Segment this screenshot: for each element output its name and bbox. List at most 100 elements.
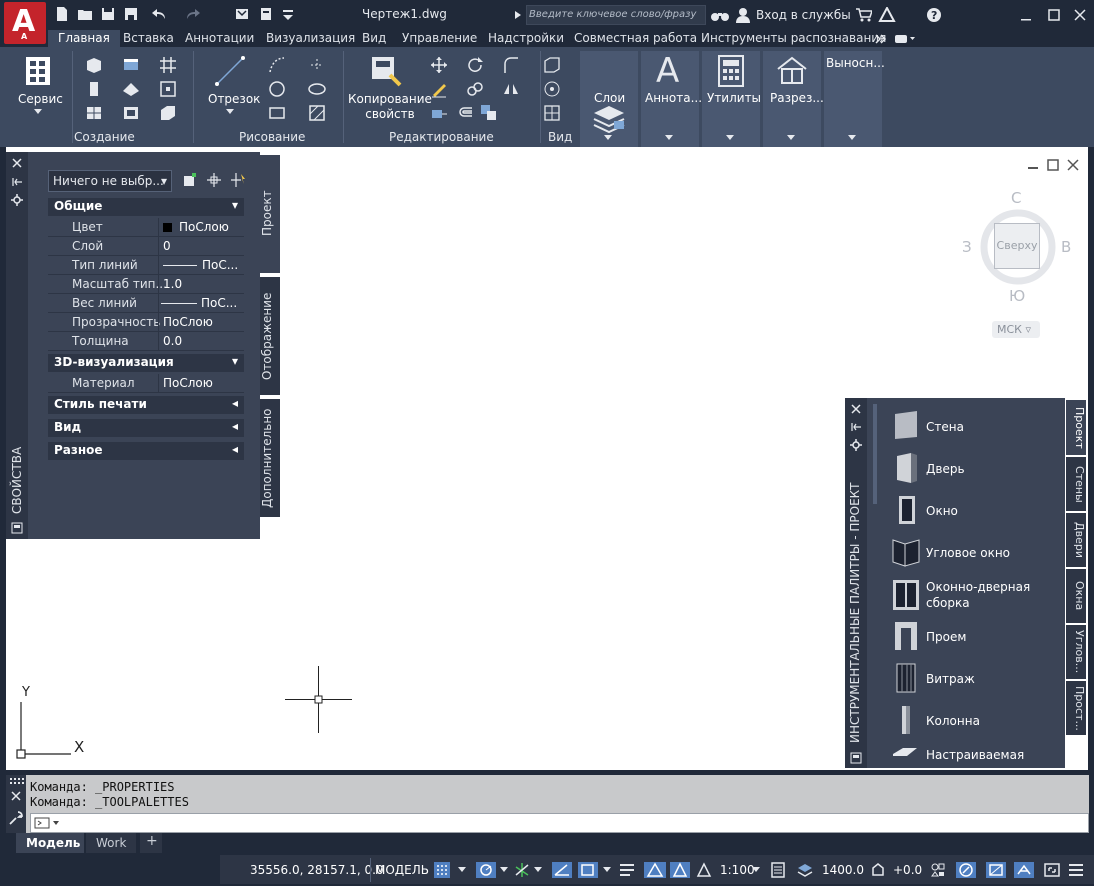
- tool-tab-walls[interactable]: Стены: [1066, 457, 1086, 511]
- prop-row-linetype[interactable]: Тип линий ПоС...: [48, 256, 244, 275]
- mirror-icon[interactable]: [502, 80, 520, 98]
- prop-row-layer[interactable]: Слой 0: [48, 237, 244, 256]
- cart-icon[interactable]: [856, 8, 872, 22]
- tab-model[interactable]: Модель: [16, 833, 84, 853]
- offset-icon[interactable]: [456, 104, 474, 122]
- tab-collaborate[interactable]: Совместная работа: [574, 30, 697, 47]
- chevron-down-icon[interactable]: [534, 867, 542, 873]
- plot-icon[interactable]: [258, 6, 274, 22]
- tool-palette-properties-icon[interactable]: [850, 752, 862, 764]
- tool-item-wall[interactable]: Стена: [926, 420, 964, 434]
- lineweight-icon[interactable]: [619, 862, 635, 878]
- tool-item-curtain-wall[interactable]: Витраж: [926, 672, 975, 686]
- annotation-visibility-icon[interactable]: [644, 862, 666, 878]
- tool-tab-project[interactable]: Проект: [1066, 400, 1086, 455]
- space-tool-icon[interactable]: [85, 104, 103, 122]
- isolate-objects-icon[interactable]: [930, 862, 946, 878]
- visual-style-icon[interactable]: [543, 80, 561, 98]
- line-button[interactable]: Отрезок: [208, 92, 260, 106]
- customize-wrench-icon[interactable]: [9, 811, 23, 825]
- annotation-scale-icon[interactable]: [696, 862, 712, 878]
- tool-item-door[interactable]: Дверь: [926, 462, 965, 476]
- viewcube-south[interactable]: Ю: [1009, 287, 1025, 305]
- move-icon[interactable]: [430, 56, 448, 74]
- window-tool-icon[interactable]: [122, 56, 140, 74]
- login-button[interactable]: Вход в службы: [756, 8, 851, 22]
- tool-item-custom[interactable]: Настраиваемая: [926, 748, 1024, 762]
- toggle-pickadd-icon[interactable]: [182, 172, 198, 188]
- quick-access-menu-icon[interactable]: [280, 6, 296, 22]
- maximize-icon[interactable]: [1046, 7, 1062, 23]
- tool-tab-windows[interactable]: Окна: [1066, 569, 1086, 623]
- selection-dropdown[interactable]: Ничего не выбр... ▾: [48, 170, 172, 192]
- workspace-icon[interactable]: [770, 862, 786, 878]
- polyline-icon[interactable]: [268, 56, 286, 74]
- roof-tool-icon[interactable]: [122, 80, 140, 98]
- binoculars-icon[interactable]: [710, 7, 730, 23]
- application-menu-button[interactable]: A A: [4, 2, 46, 44]
- tab-display[interactable]: Отображение: [260, 277, 280, 395]
- palette-properties-icon[interactable]: [11, 522, 23, 534]
- section-3d-visualization[interactable]: 3D-визуализация ▾: [48, 354, 244, 372]
- redo-icon[interactable]: [185, 6, 201, 22]
- tool-item-assembly-line2[interactable]: сборка: [926, 596, 970, 610]
- annotation-scale-value[interactable]: 1:100: [720, 863, 755, 877]
- array-icon[interactable]: [480, 104, 498, 122]
- tab-work[interactable]: Work: [86, 833, 136, 853]
- command-prompt-icon[interactable]: [34, 817, 60, 829]
- chevron-down-icon[interactable]: [752, 867, 760, 873]
- coordinates-readout[interactable]: 35556.0, 28157.1, 0.0: [250, 863, 384, 877]
- layer-elevation-icon[interactable]: [797, 862, 813, 878]
- match-properties-icon[interactable]: [370, 55, 404, 89]
- search-input[interactable]: Введите ключевое слово/фразу: [526, 5, 706, 25]
- section-view[interactable]: Вид ◂: [48, 419, 244, 437]
- copy-icon[interactable]: [466, 80, 484, 98]
- autodesk-app-icon[interactable]: [878, 7, 896, 23]
- prop-row-material[interactable]: Материал ПоСлою: [48, 374, 244, 393]
- tab-project[interactable]: Проект: [260, 155, 280, 273]
- rectangle-icon[interactable]: [268, 104, 286, 122]
- grid-display-icon[interactable]: [434, 862, 450, 878]
- prop-row-thickness[interactable]: Толщина 0.0: [48, 332, 244, 351]
- minimize-icon[interactable]: [1018, 7, 1034, 23]
- tool-item-assembly-line1[interactable]: Оконно-дверная: [926, 580, 1030, 594]
- tool-tab-spaces[interactable]: Прост...: [1066, 681, 1086, 735]
- save-icon[interactable]: [100, 6, 116, 22]
- chevron-down-icon[interactable]: [500, 867, 508, 873]
- new-layout-button[interactable]: +: [140, 833, 162, 853]
- panel-label-editing[interactable]: Редактирование: [389, 130, 494, 144]
- prop-row-linetype-scale[interactable]: Масштаб тип... 1.0: [48, 275, 244, 294]
- tool-tab-corner[interactable]: Углов...: [1066, 625, 1086, 679]
- tab-view[interactable]: Вид: [362, 30, 386, 47]
- slab-tool-icon[interactable]: [122, 104, 140, 122]
- service-button[interactable]: Сервис: [18, 92, 63, 106]
- prop-row-color[interactable]: Цвет ПоСлою: [48, 218, 244, 237]
- elevation-value[interactable]: 1400.0: [822, 863, 864, 877]
- section-general[interactable]: Общие ▾: [48, 198, 244, 216]
- isometric-drafting-icon[interactable]: [514, 862, 530, 878]
- stretch-icon[interactable]: [430, 104, 448, 122]
- elevation-offset-icon[interactable]: [870, 862, 886, 878]
- tool-tab-doors[interactable]: Двери: [1066, 513, 1086, 567]
- tab-addins[interactable]: Надстройки: [488, 30, 564, 47]
- rotate-icon[interactable]: [466, 56, 484, 74]
- ucs-menu[interactable]: МСК ▿: [992, 321, 1040, 338]
- undo-icon[interactable]: [151, 6, 167, 22]
- quick-properties-icon[interactable]: [1014, 862, 1034, 878]
- select-objects-icon[interactable]: [206, 172, 222, 188]
- grid-tool-icon[interactable]: [159, 56, 177, 74]
- tab-visualize[interactable]: Визуализация: [266, 30, 355, 47]
- chevron-down-icon[interactable]: [603, 867, 611, 873]
- tab-manage[interactable]: Управление: [402, 30, 477, 47]
- polar-tracking-icon[interactable]: [476, 862, 496, 878]
- user-icon[interactable]: [736, 7, 750, 23]
- tab-extended[interactable]: Дополнительно: [260, 399, 280, 517]
- save-as-icon[interactable]: [123, 6, 139, 22]
- mass-element-icon[interactable]: [159, 104, 177, 122]
- erase-icon[interactable]: [430, 80, 448, 98]
- tool-palette-autohide-icon[interactable]: [850, 421, 862, 433]
- viewcube-top-face[interactable]: Сверху: [994, 223, 1040, 269]
- tab-recognition-tools[interactable]: Инструменты распознавания: [701, 30, 886, 47]
- tool-item-window[interactable]: Окно: [926, 504, 958, 518]
- tool-item-corner-window[interactable]: Угловое окно: [926, 546, 1010, 560]
